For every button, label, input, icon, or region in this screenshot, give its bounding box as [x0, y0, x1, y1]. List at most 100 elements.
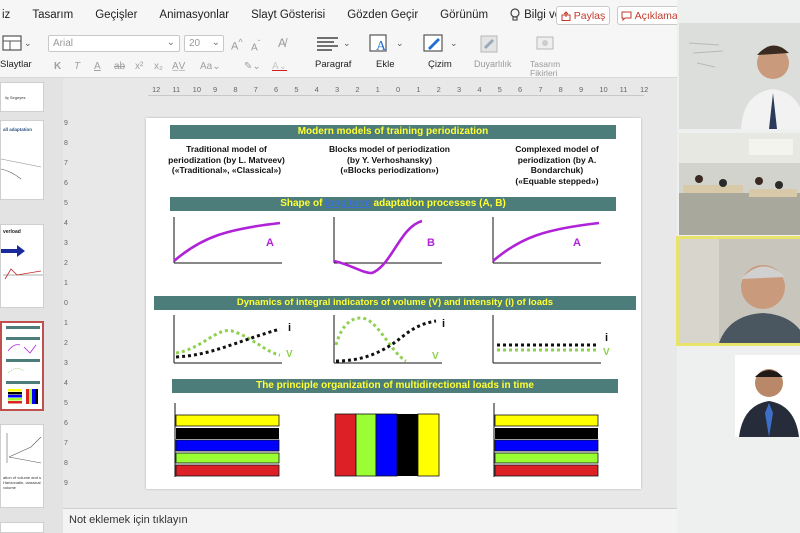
menu-animations[interactable]: Animasyonlar — [159, 9, 229, 21]
change-case-icon[interactable]: Aa⌄ — [200, 61, 221, 72]
font-name-field[interactable]: Arial ⌄ — [48, 35, 180, 52]
heading-line: periodization (by L. Matveev) — [168, 154, 285, 165]
menu-review[interactable]: Gözden Geçir — [347, 9, 418, 21]
menu-slideshow[interactable]: Slayt Gösterisi — [251, 9, 325, 21]
thumbnail-text: ilç Segeyes — [5, 95, 26, 100]
heading-line: Blocks model of periodization — [329, 144, 450, 154]
designer-label[interactable]: Tasarım Fikirleri — [530, 60, 560, 78]
draw-label[interactable]: Çizim — [428, 59, 452, 70]
font-size-field[interactable]: 20 ⌄ — [184, 35, 224, 52]
superscript-icon[interactable]: x² — [135, 61, 143, 72]
notes-pane[interactable]: Not eklemek için tıklayın — [63, 508, 677, 533]
ruler-tick-label: 2 — [436, 85, 441, 94]
svg-text:A: A — [376, 39, 387, 54]
heading-line: periodization (by A. — [517, 154, 597, 165]
insert-label[interactable]: Ekle — [376, 59, 394, 70]
banner-link-text: long term — [325, 198, 371, 209]
curve-chart-traditional: A — [173, 217, 282, 264]
insert-shape-icon[interactable]: A — [368, 33, 394, 55]
ruler-tick-label: 5 — [497, 85, 502, 94]
slide-title-banner: Modern models of training periodization — [170, 125, 616, 139]
current-slide[interactable]: Modern models of training periodization … — [146, 118, 641, 489]
ruler-tick-label: 6 — [64, 420, 68, 427]
slide-thumbnail-1[interactable]: ilç Segeyes — [0, 82, 44, 112]
thumbnail-title: verload — [3, 229, 21, 235]
slide-layout-icon[interactable] — [2, 35, 22, 51]
draw-icon[interactable] — [422, 33, 448, 55]
slide-thumbnail-6[interactable] — [0, 522, 44, 533]
paragraph-label[interactable]: Paragraf — [315, 59, 351, 70]
menu-transitions[interactable]: Geçişler — [95, 9, 137, 21]
participant-photo-4[interactable] — [735, 355, 800, 437]
shrink-font-icon[interactable]: Aˇ — [251, 38, 260, 53]
slide-thumbnail-5[interactable]: ation of volume and s Harizonatle, class… — [0, 424, 44, 508]
participant-video-2[interactable] — [679, 133, 800, 235]
slides-label[interactable]: Slaytlar — [0, 59, 32, 70]
underline-icon[interactable]: A — [94, 61, 101, 72]
slide-thumbnail-3[interactable]: verload — [0, 224, 44, 308]
dynamics-chart-complexed: i V — [492, 315, 610, 364]
chevron-down-icon: ⌄ — [343, 38, 351, 48]
menu-home[interactable]: iz — [2, 9, 10, 21]
designer-icon[interactable] — [534, 33, 556, 53]
load-bar-green — [494, 452, 599, 464]
slide-thumbnail-4-selected[interactable] — [0, 321, 44, 411]
heading-line: (by Y. Verhoshansky) — [347, 154, 432, 165]
comment-icon — [621, 11, 632, 21]
ruler-tick-label: 7 — [64, 160, 68, 167]
bold-icon[interactable]: K — [54, 61, 61, 72]
participant-video-3-active-speaker[interactable] — [676, 236, 800, 346]
sensitivity-icon[interactable] — [478, 33, 500, 55]
share-button[interactable]: Paylaş — [556, 6, 610, 25]
share-label: Paylaş — [573, 9, 606, 22]
dynamics-banner: Dynamics of integral indicators of volum… — [154, 296, 636, 310]
column-heading-complexed: Complexed model of periodization (by A. … — [492, 144, 622, 186]
menu-design[interactable]: Tasarım — [32, 9, 73, 21]
grow-font-icon[interactable]: A^ — [231, 37, 243, 53]
thumbnail-text: ation of volume and s Harizonatle, class… — [3, 475, 42, 490]
ruler-tick-label: 6 — [518, 85, 523, 94]
heading-line: Traditional model of — [186, 144, 267, 154]
adaptation-curve — [173, 221, 281, 262]
ruler-tick-label: 4 — [64, 220, 68, 227]
ruler-tick-label: 3 — [457, 85, 462, 94]
slide-thumbnail-2[interactable]: all adaptation — [0, 120, 44, 200]
font-size-value: 20 — [189, 38, 201, 49]
heading-line: («Blocks periodization») — [340, 165, 439, 175]
menu-view[interactable]: Görünüm — [440, 9, 488, 21]
strikethrough-icon[interactable]: ab — [114, 61, 125, 72]
adaptation-curve — [333, 219, 423, 275]
intensity-label: i — [442, 318, 445, 330]
banner-text: adaptation processes (A, B) — [370, 198, 506, 209]
thumbnail-graph — [1, 245, 43, 280]
ruler-tick-label: 6 — [274, 85, 279, 94]
participant-person-image — [679, 239, 800, 343]
heading-line: («Equable stepped») — [515, 175, 599, 186]
loads-organization-banner: The principle organization of multidirec… — [172, 379, 618, 393]
load-block-red — [334, 413, 357, 477]
slides-dropdown-icon[interactable]: ⌄ — [24, 38, 32, 49]
dynamics-chart-blocks: i V — [333, 315, 445, 364]
font-color-icon[interactable]: A⌄ — [272, 61, 287, 72]
ruler-tick-label: 0 — [64, 300, 68, 307]
ruler-tick-label: 9 — [213, 85, 218, 94]
ruler-tick-label: 1 — [64, 280, 68, 287]
ruler-tick-label: 4 — [314, 85, 319, 94]
ruler-tick-label: 3 — [64, 360, 68, 367]
loads-diagram-blocks — [334, 413, 440, 477]
heading-line: Complexed model of — [515, 144, 599, 154]
clear-format-icon[interactable]: A̸ — [278, 36, 286, 50]
character-spacing-icon[interactable]: A̲V̲ — [172, 61, 185, 72]
thumbnail-graph — [1, 158, 42, 180]
sensitivity-label[interactable]: Duyarlılık — [474, 59, 512, 69]
ruler-tick-label: 1 — [375, 85, 380, 94]
volume-dotted-line — [334, 316, 407, 363]
subscript-icon[interactable]: x₂ — [154, 61, 163, 72]
participant-video-1[interactable] — [679, 23, 800, 129]
ruler-tick-label: 10 — [192, 85, 201, 94]
highlight-icon[interactable]: ✎⌄ — [244, 61, 261, 72]
italic-icon[interactable]: T — [74, 61, 80, 72]
paragraph-icon[interactable] — [316, 36, 340, 52]
load-bar-blue — [175, 439, 280, 452]
load-block-green — [355, 413, 377, 477]
